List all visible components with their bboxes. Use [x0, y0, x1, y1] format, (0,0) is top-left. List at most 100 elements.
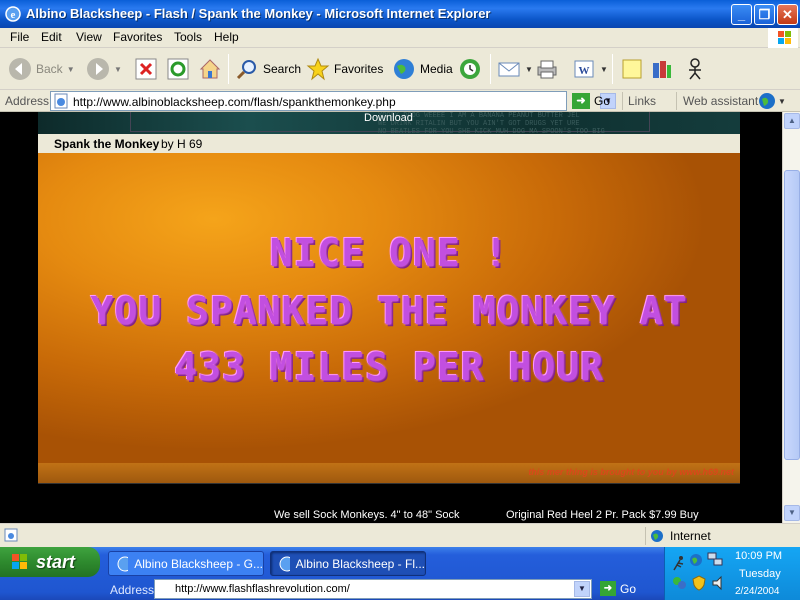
printer-icon: [537, 60, 557, 79]
taskbar-task-active[interactable]: Albino Blacksheep - Fl...: [270, 551, 426, 576]
taskbar-address-url: http://www.flashflashrevolution.com/: [175, 583, 350, 595]
research-books-icon: [653, 61, 671, 78]
page-viewport[interactable]: YOOGY DOOG WEEEE I AM A BANANA PEANUT BU…: [0, 112, 782, 523]
web-assistant-menu[interactable]: ▼: [758, 92, 786, 110]
research-button[interactable]: [650, 54, 674, 84]
edit-button[interactable]: W ▼: [572, 54, 608, 84]
clock-date: 2/24/2004: [735, 586, 780, 597]
toolbar-separator: [228, 54, 229, 84]
back-arrow-icon: [9, 58, 31, 80]
shield-icon[interactable]: [691, 575, 707, 591]
address-input[interactable]: http://www.albinoblacksheep.com/flash/sp…: [50, 91, 616, 111]
ad-banner: We sell Sock Monkeys. 4" to 48" Sock Ori…: [38, 483, 740, 523]
taskbar-address-input[interactable]: http://www.flashflashrevolution.com/ ▼: [154, 579, 592, 599]
game-title: Spank the Monkey: [54, 137, 160, 151]
internet-explorer-icon: [117, 556, 129, 571]
toolbar-separator: [622, 92, 623, 110]
svg-text:W: W: [579, 65, 590, 77]
mail-icon: [498, 62, 520, 77]
toolbar-separator: [490, 54, 491, 84]
toolbar-separator: [676, 92, 677, 110]
clock-time[interactable]: 10:09 PM: [735, 550, 782, 562]
discuss-button[interactable]: [620, 54, 644, 84]
chevron-down-icon[interactable]: ▼: [525, 65, 533, 74]
menu-edit[interactable]: Edit: [41, 30, 62, 44]
task-label: Albino Blacksheep - Fl...: [295, 556, 425, 571]
flash-message-line-3: 433 MILES PER HOUR: [174, 345, 604, 389]
menu-tools[interactable]: Tools: [174, 30, 202, 44]
messenger-tray-icon[interactable]: [671, 575, 687, 591]
go-arrow-icon: ➜: [600, 581, 616, 596]
menu-favorites[interactable]: Favorites: [113, 30, 162, 44]
links-button[interactable]: Links: [628, 94, 656, 108]
chevron-down-icon[interactable]: ▼: [600, 65, 608, 74]
toolbar-separator: [612, 54, 613, 84]
search-button[interactable]: Search: [235, 54, 301, 84]
svg-text:e: e: [11, 9, 16, 21]
start-button[interactable]: start: [0, 547, 100, 577]
scroll-down-button[interactable]: ▼: [784, 505, 800, 521]
close-button[interactable]: ✕: [777, 4, 798, 25]
search-label: Search: [263, 62, 302, 76]
search-icon: [236, 60, 256, 80]
flash-game-area[interactable]: NICE ONE ! YOU SPANKED THE MONKEY AT 433…: [38, 153, 740, 483]
running-man-icon[interactable]: [671, 555, 687, 571]
taskbar-address-dropdown[interactable]: ▼: [574, 581, 590, 597]
download-link[interactable]: Download: [364, 112, 413, 124]
print-button[interactable]: [535, 54, 559, 84]
word-edit-icon: W: [574, 60, 594, 78]
ad-text-right[interactable]: Original Red Heel 2 Pr. Pack $7.99 Buy: [506, 509, 699, 521]
volume-speaker-icon[interactable]: [711, 575, 727, 591]
address-label: Address: [5, 94, 50, 108]
minimize-button[interactable]: _: [731, 4, 752, 25]
vertical-scrollbar[interactable]: ▲ ▼: [782, 112, 800, 523]
taskbar-address-label: Address: [110, 583, 155, 597]
media-globe-icon: [394, 59, 414, 79]
game-header: Spank the Monkey by H 69: [38, 134, 740, 153]
title-bar: e Albino Blacksheep - Flash / Spank the …: [0, 0, 800, 28]
internet-explorer-icon: [279, 556, 290, 571]
internet-explorer-icon: e: [5, 6, 21, 22]
menu-help[interactable]: Help: [214, 30, 239, 44]
mail-button[interactable]: ▼: [497, 54, 533, 84]
media-button[interactable]: Media: [392, 54, 453, 84]
zone-label: Internet: [670, 529, 711, 543]
favorites-button[interactable]: Favorites: [306, 54, 383, 84]
chevron-down-icon[interactable]: ▼: [114, 65, 122, 74]
address-bar: Address http://www.albinoblacksheep.com/…: [0, 90, 800, 112]
stop-button[interactable]: [134, 54, 158, 84]
globe-icon: [759, 93, 775, 109]
messenger-person-icon: [689, 58, 701, 80]
history-clock-icon: [460, 59, 480, 79]
web-assistant-button[interactable]: Web assistant: [683, 94, 758, 108]
taskbar-go-button[interactable]: ➜ Go: [600, 581, 636, 596]
chevron-down-icon: ▼: [778, 96, 786, 106]
chevron-down-icon[interactable]: ▼: [67, 65, 75, 74]
back-button[interactable]: Back ▼: [8, 54, 75, 84]
home-button[interactable]: [198, 54, 222, 84]
game-author: by H 69: [161, 137, 203, 151]
refresh-button[interactable]: [166, 54, 190, 84]
clock-day: Tuesday: [739, 568, 781, 580]
maximize-button[interactable]: ❐: [754, 4, 775, 25]
flash-message-line-2: YOU SPANKED THE MONKEY AT: [90, 289, 688, 333]
sticky-note-icon: [622, 59, 642, 79]
forward-button[interactable]: ▼: [86, 54, 122, 84]
go-arrow-icon: ➜: [572, 93, 590, 109]
taskbar-task[interactable]: Albino Blacksheep - G...: [108, 551, 264, 576]
scroll-thumb[interactable]: [784, 170, 800, 460]
address-url: http://www.albinoblacksheep.com/flash/sp…: [73, 95, 396, 109]
network-connections-icon[interactable]: [707, 551, 723, 567]
star-icon: [306, 57, 330, 81]
go-button[interactable]: ➜ Go: [572, 91, 610, 111]
history-button[interactable]: [458, 54, 482, 84]
messenger-button[interactable]: [683, 54, 707, 84]
ad-text-left[interactable]: We sell Sock Monkeys. 4" to 48" Sock: [274, 509, 460, 521]
favorites-label: Favorites: [334, 62, 384, 76]
network-globe-icon[interactable]: [689, 553, 703, 567]
scroll-up-button[interactable]: ▲: [784, 113, 800, 129]
menu-view[interactable]: View: [76, 30, 102, 44]
home-icon: [199, 59, 221, 79]
menu-file[interactable]: File: [10, 30, 29, 44]
internet-zone-icon: [651, 530, 663, 542]
